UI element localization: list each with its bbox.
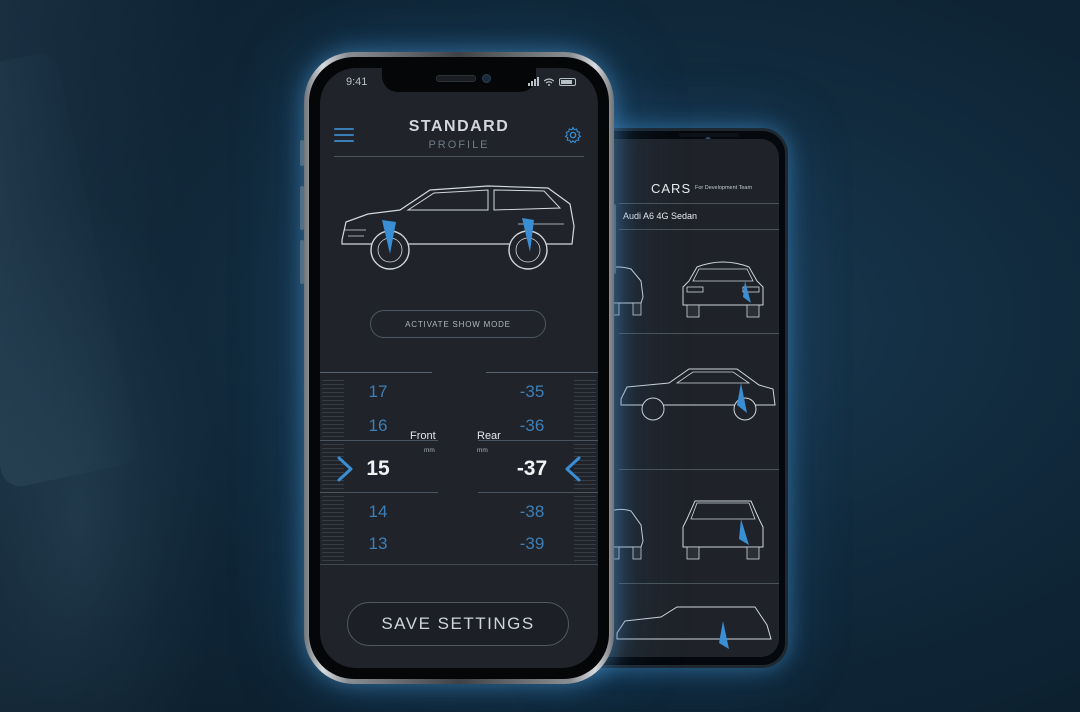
status-icons [528, 77, 576, 86]
front-phone: 9:41 STANDARD PROFILE ACTIVATE SHOW MODE… [304, 52, 614, 684]
chevron-right-icon[interactable] [336, 456, 354, 482]
front-selection-top-line [320, 440, 438, 441]
gear-icon[interactable] [564, 126, 582, 144]
profile-subtitle: PROFILE [428, 139, 490, 151]
front-value[interactable]: 14 [356, 502, 400, 522]
car-wagon-view[interactable] [615, 603, 775, 653]
rear-selection-top-line [478, 440, 598, 441]
car-row-divider-1 [619, 333, 779, 334]
notch [382, 68, 536, 92]
front-picker-top-line [320, 372, 432, 373]
status-time: 9:41 [346, 76, 368, 88]
car-rear-view-2[interactable] [679, 489, 767, 563]
wifi-icon [544, 77, 554, 86]
rear-picker-top-line [486, 372, 598, 373]
picker-bottom-line [320, 564, 598, 565]
front-unit: mm [424, 447, 435, 454]
car-side-view[interactable] [619, 359, 779, 429]
rear-value[interactable]: -35 [506, 382, 558, 402]
battery-icon [559, 77, 576, 86]
activate-show-mode-button[interactable]: ACTIVATE SHOW MODE [370, 310, 546, 338]
rear-selection-bottom-line [478, 492, 598, 493]
car-name-divider [619, 229, 779, 230]
rear-value[interactable]: -36 [506, 416, 558, 436]
rear-value[interactable]: -38 [506, 502, 558, 522]
rear-value[interactable]: -39 [506, 534, 558, 554]
cars-subtitle: For Development Team [695, 185, 753, 191]
front-selection-bottom-line [320, 492, 438, 493]
chevron-left-icon[interactable] [564, 456, 582, 482]
rear-selected-value[interactable]: -37 [506, 457, 558, 481]
signal-icon [528, 77, 539, 86]
car-illustration [341, 185, 575, 270]
front-value[interactable]: 17 [356, 382, 400, 402]
car-row-divider-3 [619, 583, 779, 584]
cars-title: CARS [651, 181, 692, 196]
front-value[interactable]: 13 [356, 534, 400, 554]
rear-unit: mm [477, 447, 488, 454]
front-selected-value[interactable]: 15 [356, 457, 400, 481]
cars-header-divider [619, 203, 779, 204]
front-camera [482, 74, 491, 83]
car-rear-view-1[interactable] [677, 247, 769, 321]
profile-title: STANDARD [408, 118, 510, 135]
front-value[interactable]: 16 [356, 416, 400, 436]
car-name[interactable]: Audi A6 4G Sedan [623, 211, 697, 221]
car-row-divider-2 [619, 469, 779, 470]
front-phone-screen: 9:41 STANDARD PROFILE ACTIVATE SHOW MODE… [320, 68, 598, 668]
header-divider [334, 156, 584, 157]
save-settings-button[interactable]: SAVE SETTINGS [347, 602, 569, 646]
earpiece-speaker [436, 75, 476, 82]
